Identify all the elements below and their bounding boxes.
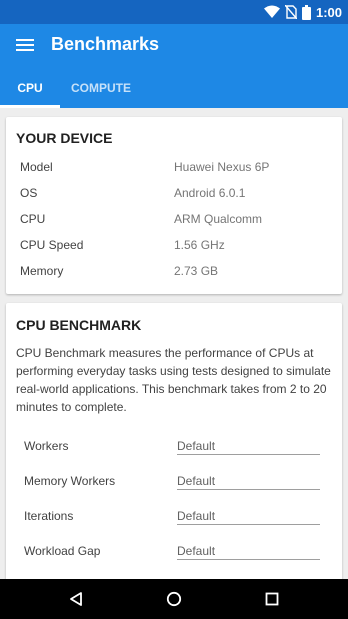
spec-value: 2.73 GB	[174, 264, 219, 278]
iterations-input[interactable]	[177, 505, 320, 525]
menu-button[interactable]	[10, 32, 40, 58]
spec-row-os: OS Android 6.0.1	[20, 186, 330, 212]
spec-value: Android 6.0.1	[174, 186, 246, 200]
spec-label: Memory	[20, 264, 64, 278]
status-icons: 1:00	[263, 3, 342, 21]
spec-label: CPU	[20, 212, 46, 226]
memory-workers-input[interactable]	[177, 470, 320, 490]
spec-row-cpu-speed: CPU Speed 1.56 GHz	[20, 238, 330, 264]
spec-row-cpu: CPU ARM Qualcomm	[20, 212, 330, 238]
tab-compute[interactable]: COMPUTE	[60, 72, 142, 108]
back-icon	[70, 592, 82, 606]
home-icon	[166, 591, 182, 607]
navigation-bar	[0, 579, 348, 619]
tab-indicator	[0, 105, 60, 108]
hamburger-menu-icon	[16, 39, 34, 51]
field-label: Iterations	[24, 509, 74, 523]
wifi-icon	[263, 5, 280, 18]
spec-label: Model	[20, 160, 53, 174]
spec-row-memory: Memory 2.73 GB	[20, 264, 330, 290]
field-label: Workers	[24, 439, 69, 453]
device-card-title: YOUR DEVICE	[16, 130, 113, 146]
benchmark-card-title: CPU BENCHMARK	[16, 317, 142, 333]
status-time: 1:00	[315, 4, 342, 20]
field-label: Memory Workers	[24, 474, 116, 488]
recents-icon	[265, 592, 279, 606]
spec-label: CPU Speed	[20, 238, 84, 252]
field-label: Workload Gap	[24, 544, 101, 558]
tab-cpu[interactable]: CPU	[0, 72, 60, 108]
spec-value: Huawei Nexus 6P	[174, 160, 270, 174]
field-row-iterations: Iterations	[24, 505, 324, 527]
battery-icon	[301, 4, 311, 20]
no-sim-icon	[284, 5, 297, 19]
status-bar: 1:00	[0, 0, 348, 24]
spec-label: OS	[20, 186, 38, 200]
home-button[interactable]	[162, 587, 186, 611]
spec-value: 1.56 GHz	[174, 238, 225, 252]
spec-row-model: Model Huawei Nexus 6P	[20, 160, 330, 186]
field-row-workload-gap: Workload Gap	[24, 540, 324, 562]
field-row-memory-workers: Memory Workers	[24, 470, 324, 492]
recents-button[interactable]	[260, 587, 284, 611]
workload-gap-input[interactable]	[177, 540, 320, 560]
spec-value: ARM Qualcomm	[174, 212, 263, 226]
app-bar: Benchmarks CPU COMPUTE	[0, 24, 348, 108]
field-row-workers: Workers	[24, 435, 324, 457]
benchmark-description: CPU Benchmark measures the performance o…	[16, 346, 331, 414]
device-card: YOUR DEVICE Model Huawei Nexus 6P OS And…	[6, 117, 342, 294]
workers-input[interactable]	[177, 435, 320, 455]
app-title: Benchmarks	[51, 34, 160, 54]
benchmark-card: CPU BENCHMARK CPU Benchmark measures the…	[6, 303, 342, 603]
tab-bar: CPU COMPUTE	[0, 72, 348, 108]
back-button[interactable]	[64, 587, 88, 611]
